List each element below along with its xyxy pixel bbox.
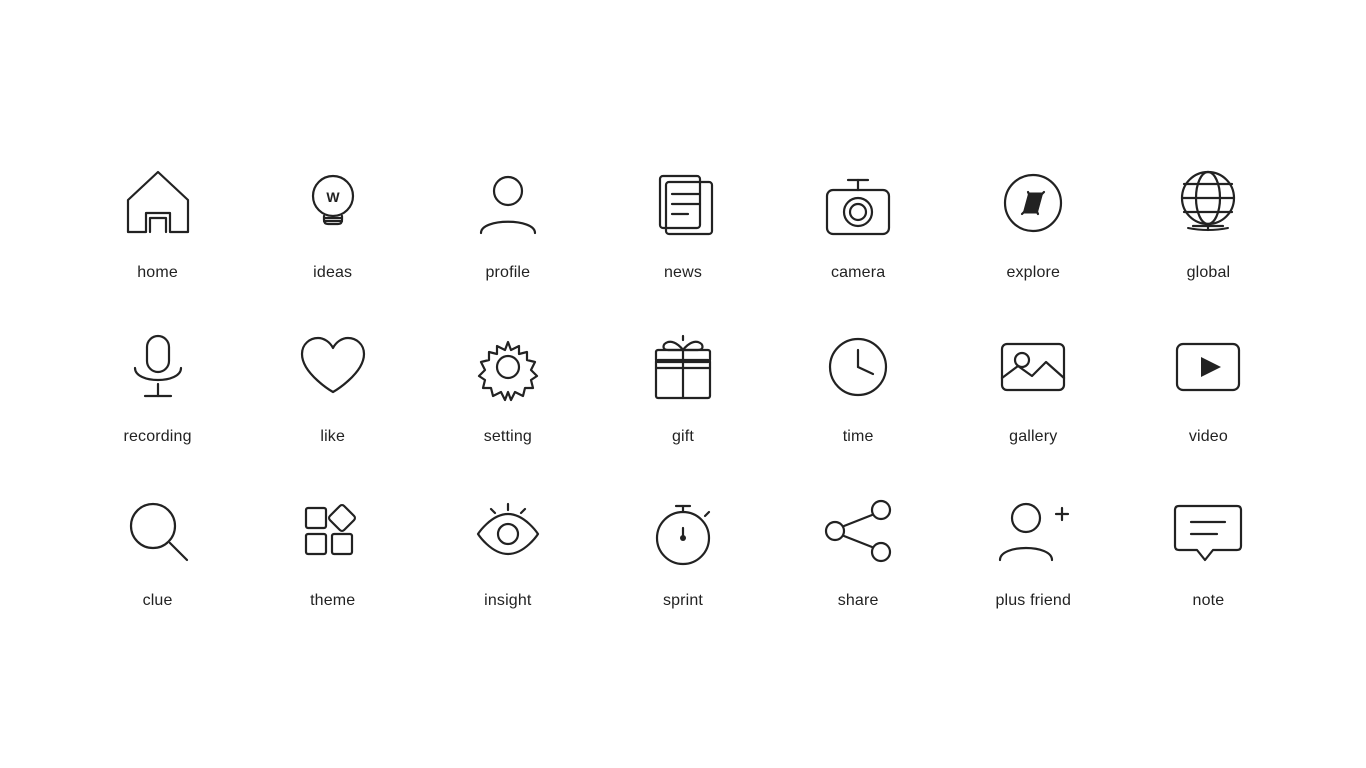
gallery-icon xyxy=(988,322,1078,412)
video-icon xyxy=(1163,322,1253,412)
explore-label: explore xyxy=(1006,264,1060,282)
icon-item-video: video xyxy=(1131,322,1286,446)
icon-item-home: home xyxy=(80,158,235,282)
icon-item-news: news xyxy=(605,158,760,282)
icon-item-setting: setting xyxy=(430,322,585,446)
icon-item-profile: profile xyxy=(430,158,585,282)
explore-icon xyxy=(988,158,1078,248)
setting-icon xyxy=(463,322,553,412)
time-label: time xyxy=(843,428,874,446)
insight-label: insight xyxy=(484,592,531,610)
home-label: home xyxy=(137,264,178,282)
sprint-icon xyxy=(638,486,728,576)
share-label: share xyxy=(838,592,879,610)
recording-icon xyxy=(113,322,203,412)
note-label: note xyxy=(1193,592,1225,610)
icon-item-insight: insight xyxy=(430,486,585,610)
icon-item-time: time xyxy=(781,322,936,446)
icon-item-gift: gift xyxy=(605,322,760,446)
clue-label: clue xyxy=(143,592,173,610)
insight-icon xyxy=(463,486,553,576)
icon-item-share: share xyxy=(781,486,936,610)
plus-friend-icon xyxy=(988,486,1078,576)
icon-item-theme: theme xyxy=(255,486,410,610)
video-label: video xyxy=(1189,428,1228,446)
gallery-label: gallery xyxy=(1009,428,1057,446)
icon-item-plus-friend: plus friend xyxy=(956,486,1111,610)
ideas-label: ideas xyxy=(313,264,352,282)
camera-icon xyxy=(813,158,903,248)
profile-icon xyxy=(463,158,553,248)
time-icon xyxy=(813,322,903,412)
svg-text:W: W xyxy=(326,189,340,205)
global-label: global xyxy=(1187,264,1231,282)
icon-item-camera: camera xyxy=(781,158,936,282)
profile-label: profile xyxy=(486,264,531,282)
setting-label: setting xyxy=(484,428,532,446)
theme-icon xyxy=(288,486,378,576)
sprint-label: sprint xyxy=(663,592,703,610)
recording-label: recording xyxy=(123,428,191,446)
gift-icon xyxy=(638,322,728,412)
share-icon xyxy=(813,486,903,576)
clue-icon xyxy=(113,486,203,576)
icon-item-note: note xyxy=(1131,486,1286,610)
news-label: news xyxy=(664,264,702,282)
global-icon xyxy=(1163,158,1253,248)
icon-item-explore: explore xyxy=(956,158,1111,282)
icon-item-ideas: W ideas xyxy=(255,158,410,282)
icon-item-like: like xyxy=(255,322,410,446)
gift-label: gift xyxy=(672,428,694,446)
like-icon xyxy=(288,322,378,412)
note-icon xyxy=(1163,486,1253,576)
icon-item-gallery: gallery xyxy=(956,322,1111,446)
camera-label: camera xyxy=(831,264,885,282)
icon-grid: home W ideas profile news xyxy=(0,98,1366,670)
news-icon xyxy=(638,158,728,248)
plus-friend-label: plus friend xyxy=(995,592,1071,610)
icon-item-global: global xyxy=(1131,158,1286,282)
icon-item-clue: clue xyxy=(80,486,235,610)
icon-item-recording: recording xyxy=(80,322,235,446)
ideas-icon: W xyxy=(288,158,378,248)
home-icon xyxy=(113,158,203,248)
like-label: like xyxy=(320,428,345,446)
icon-item-sprint: sprint xyxy=(605,486,760,610)
theme-label: theme xyxy=(310,592,355,610)
